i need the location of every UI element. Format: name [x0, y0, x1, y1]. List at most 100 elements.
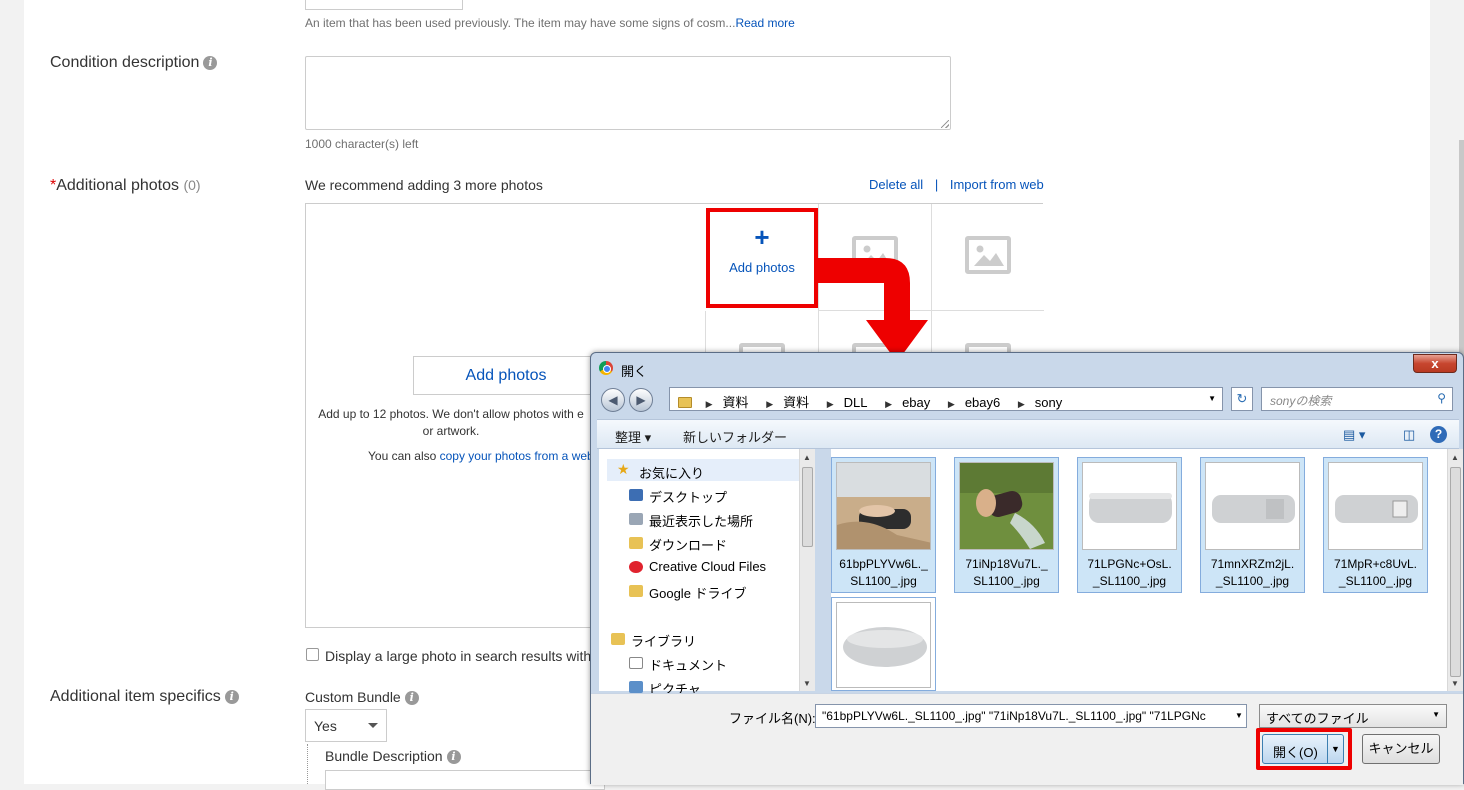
breadcrumb-item[interactable]: ebay: [902, 395, 930, 410]
photo-actions: Delete all | Import from web: [869, 177, 1044, 192]
file-name: 71iNp18Vu7L._ SL1100_.jpg: [955, 556, 1058, 590]
file-list-scrollbar-thumb[interactable]: [1450, 467, 1461, 677]
condition-select-bottom[interactable]: [305, 0, 463, 10]
nav-favorites-row[interactable]: [607, 459, 805, 481]
info-icon[interactable]: i: [224, 690, 239, 704]
info-icon[interactable]: i: [203, 56, 218, 70]
dialog-title: 開く: [621, 364, 648, 379]
address-bar[interactable]: ▶ 資料 ▶ 資料 ▶ DLL ▶ ebay ▶ ebay6 ▶ sony ▼: [669, 387, 1223, 411]
file-list-scrollbar[interactable]: ▲ ▼: [1447, 449, 1463, 691]
chrome-icon: [599, 361, 613, 375]
open-button-label: 開く(O): [1273, 745, 1318, 760]
help-icon[interactable]: ?: [1430, 426, 1447, 443]
image-placeholder-icon: [852, 236, 898, 274]
chevron-down-icon[interactable]: ▼: [803, 679, 811, 688]
chevron-down-icon[interactable]: ▼: [1232, 705, 1246, 727]
organize-menu[interactable]: 整理 ▾: [615, 427, 651, 446]
file-item[interactable]: 71iNp18Vu7L._ SL1100_.jpg: [954, 457, 1059, 593]
nav-google-drive[interactable]: Google ドライブ: [649, 583, 747, 602]
cancel-button[interactable]: キャンセル: [1362, 734, 1440, 764]
search-input[interactable]: sonyの検索 ⚲: [1261, 387, 1453, 411]
copy-photos-link[interactable]: copy your photos from a web: [440, 449, 594, 463]
search-icon[interactable]: ⚲: [1437, 391, 1446, 405]
breadcrumb-item[interactable]: DLL: [844, 395, 868, 410]
file-item[interactable]: 71LPGNc+OsL. _SL1100_.jpg: [1077, 457, 1182, 593]
back-button[interactable]: ◀: [601, 388, 625, 412]
info-icon[interactable]: i: [446, 750, 461, 764]
file-item[interactable]: 71mnXRZm2jL. _SL1100_.jpg: [1200, 457, 1305, 593]
filetype-value: すべてのファイル: [1266, 711, 1369, 726]
open-button[interactable]: 開く(O) ▼: [1262, 734, 1344, 764]
chevron-down-icon[interactable]: ▼: [1451, 679, 1459, 688]
filetype-select[interactable]: すべてのファイル ▼: [1259, 704, 1447, 728]
nav-desktop[interactable]: デスクトップ: [649, 487, 727, 506]
nav-scrollbar[interactable]: ▲ ▼: [799, 449, 815, 691]
nav-documents[interactable]: ドキュメント: [649, 655, 727, 674]
large-photo-checkbox[interactable]: [306, 648, 319, 661]
add-photos-help: Add up to 12 photos. We don't allow phot…: [306, 406, 596, 440]
forward-button[interactable]: ▶: [629, 388, 653, 412]
star-icon: ★: [617, 461, 630, 477]
chevron-down-icon[interactable]: ▼: [1208, 394, 1216, 403]
delete-all-link[interactable]: Delete all: [869, 177, 923, 192]
filename-label: ファイル名(N):: [729, 711, 816, 726]
thumbnail: [1328, 462, 1423, 550]
chevron-down-icon[interactable]: ▼: [1327, 735, 1343, 763]
breadcrumb-item[interactable]: ebay6: [965, 395, 1000, 410]
nav-downloads[interactable]: ダウンロード: [649, 535, 727, 554]
item-specifics-text: Additional item specifics: [50, 688, 221, 705]
file-name: 71LPGNc+OsL. _SL1100_.jpg: [1078, 556, 1181, 590]
bundle-description-input[interactable]: [325, 770, 605, 790]
bundle-description-text: Bundle Description: [325, 748, 443, 764]
plus-icon: +: [754, 222, 770, 252]
close-button[interactable]: x: [1413, 354, 1457, 373]
file-item[interactable]: 71MpR+c8UvL. _SL1100_.jpg: [1323, 457, 1428, 593]
import-from-web-link[interactable]: Import from web: [950, 177, 1044, 192]
add-photos-cell-highlighted[interactable]: + Add photos: [706, 208, 818, 308]
recent-places-icon: [629, 513, 643, 525]
breadcrumb-item[interactable]: sony: [1035, 395, 1062, 410]
breadcrumb-sep: ▶: [1017, 399, 1025, 409]
photo-slot[interactable]: [931, 204, 1044, 311]
breadcrumb-sep: ▶: [885, 399, 893, 409]
add-photos-button[interactable]: Add photos: [413, 356, 599, 395]
separator: |: [934, 177, 939, 192]
chevron-up-icon[interactable]: ▲: [803, 453, 811, 462]
breadcrumb-item[interactable]: 資料: [723, 395, 749, 410]
indent-line: [307, 744, 308, 784]
file-item[interactable]: [831, 597, 936, 691]
nav-scrollbar-thumb[interactable]: [802, 467, 813, 547]
breadcrumb-item[interactable]: 資料: [783, 395, 809, 410]
pictures-icon: [629, 681, 643, 693]
file-name-line-2: _SL1100_.jpg: [1338, 574, 1413, 588]
documents-icon: [629, 657, 643, 669]
you-can-also-text: You can also: [368, 449, 437, 463]
read-more-link[interactable]: Read more: [735, 16, 794, 30]
condition-description-input[interactable]: [305, 56, 951, 130]
file-name: 61bpPLYVw6L._ SL1100_.jpg: [832, 556, 935, 590]
nav-creative-cloud[interactable]: Creative Cloud Files: [649, 559, 766, 574]
thumbnail: [836, 462, 931, 550]
preview-pane-icon[interactable]: ◫: [1403, 427, 1415, 443]
custom-bundle-label: Custom Bundle i: [305, 689, 419, 705]
resize-grip-icon[interactable]: [941, 120, 949, 128]
chevron-up-icon[interactable]: ▲: [1451, 453, 1459, 462]
nav-favorites[interactable]: お気に入り: [639, 463, 704, 482]
nav-recent[interactable]: 最近表示した場所: [649, 511, 753, 530]
custom-bundle-text: Custom Bundle: [305, 689, 401, 705]
nav-library[interactable]: ライブラリ: [631, 631, 696, 650]
view-options-icon[interactable]: ▤ ▾: [1343, 427, 1365, 443]
photo-slot[interactable]: [818, 204, 931, 311]
new-folder-button[interactable]: 新しいフォルダー: [683, 427, 787, 446]
downloads-icon: [629, 537, 643, 549]
dialog-toolbar: 整理 ▾ 新しいフォルダー ▤ ▾ ◫ ?: [597, 419, 1459, 449]
file-name-line-2: _SL1100_.jpg: [1215, 574, 1290, 588]
custom-bundle-select[interactable]: Yes: [305, 709, 387, 742]
copy-photos-line: You can also copy your photos from a web: [368, 449, 594, 463]
condition-description-label: Condition description i: [50, 54, 218, 72]
breadcrumb-sep: ▶: [766, 399, 774, 409]
refresh-icon[interactable]: ↻: [1231, 387, 1253, 411]
info-icon[interactable]: i: [404, 691, 419, 705]
filename-input[interactable]: "61bpPLYVw6L._SL1100_.jpg" "71iNp18Vu7L.…: [815, 704, 1247, 728]
file-item[interactable]: 61bpPLYVw6L._ SL1100_.jpg: [831, 457, 936, 593]
